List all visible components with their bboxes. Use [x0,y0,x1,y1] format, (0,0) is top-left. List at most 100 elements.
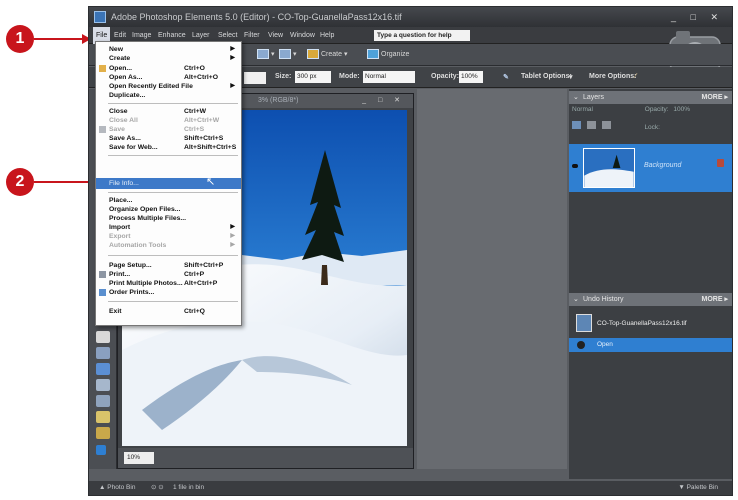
menu-item-close-all: Close All Alt+Ctrl+W [109,117,220,124]
files-count: 1 file in bin [173,484,205,491]
document-status-bar: 10% [118,448,413,468]
callout-2: 2 [6,168,34,196]
layer-thumbnail [583,148,635,188]
save-disk-icon [99,126,106,133]
brush-tool-icon[interactable] [96,331,110,343]
printer-icon [99,271,106,278]
menu-item-new[interactable]: New ▶ [96,45,241,54]
menu-item-automation-tools: Automation Tools ▶ [109,242,235,249]
create-button[interactable]: Create ▾ [307,49,347,59]
document-window-controls[interactable]: _ □ ✕ [362,94,405,108]
gradient-tool-icon[interactable] [96,363,110,375]
mode-label: Mode: [339,73,360,80]
submenu-arrow-icon: ▶ [230,83,235,89]
visibility-eye-icon[interactable] [572,164,578,168]
open-step-icon [577,341,585,349]
collapse-icon[interactable]: ⌄ [573,91,579,104]
open-folder-icon [99,65,106,72]
mode-select[interactable]: Normal [363,71,415,83]
undo-history-panel-header[interactable]: ⌄ Undo History MORE ▸ [569,293,732,306]
menu-item-save-for-web[interactable]: Save for Web... Alt+Shift+Ctrl+S [96,143,241,152]
callout-1-line [34,38,83,40]
file-menu-dropdown: New ▶ Create ▶ Open... Ctrl+O Open As... Alt… [95,41,242,326]
workspace-background [417,89,567,469]
menu-separator [108,155,238,156]
undo-history-title: Undo History [583,296,624,303]
menu-item-duplicate[interactable]: Duplicate... [96,91,241,100]
collapse-icon[interactable]: ⌄ [573,293,579,306]
window-controls[interactable]: _ □ ✕ [671,7,724,27]
menu-item-save: Save Ctrl+S [96,125,241,134]
menu-item-page-setup[interactable]: Page Setup... Shift+Ctrl+P [96,261,241,270]
delete-layer-icon[interactable] [601,121,611,129]
layers-more-button[interactable]: MORE ▸ [702,91,728,104]
tablet-options-label[interactable]: Tablet Options: [521,73,572,80]
menu-item-open-as[interactable]: Open As... Alt+Ctrl+O [96,73,241,82]
undo-item-label: Open [597,341,613,348]
layers-options: Normal Opacity: 100% Lock: [572,106,690,131]
menu-item-file-info[interactable]: File Info... ↖ [96,176,241,189]
save-shortcut-icon[interactable]: ▾ [257,49,275,59]
brush-preset-picker[interactable] [244,72,266,84]
zoom-field[interactable]: 10% [124,452,154,464]
menu-view[interactable]: View [265,27,286,44]
more-options-label[interactable]: More Options: [589,73,636,80]
undo-more-button[interactable]: MORE ▸ [702,293,728,306]
window-title: Adobe Photoshop Elements 5.0 (Editor) - … [111,12,402,22]
size-field[interactable]: 300 px [295,71,331,83]
menu-separator [108,255,238,256]
menu-filter[interactable]: Filter [241,27,263,44]
app-icon [94,11,106,23]
undo-item-label: CO-Top-GuanellaPass12x16.tif [597,320,687,327]
menu-item-print[interactable]: Print... Ctrl+P [96,270,241,279]
dodge-tool-icon[interactable] [96,427,110,439]
bottom-bar: ▲ Photo Bin ⊙ ⊙ 1 file in bin ▼ Palette … [89,481,732,495]
undo-history-item-selected[interactable]: Open [569,338,732,352]
adjustment-layer-icon[interactable] [586,121,596,129]
menu-item-exit[interactable]: Exit Ctrl+Q [96,307,241,316]
layer-opacity-label: Opacity: [644,106,669,113]
palette-bin-toggle[interactable]: ▼ Palette Bin [678,481,718,495]
layer-opacity-field[interactable]: 100% [673,106,690,113]
menu-help[interactable]: Help [317,27,337,44]
menu-item-import[interactable]: Import ▶ [96,223,241,232]
layers-panel-title: Layers [583,94,605,101]
blend-mode-select[interactable]: Normal [572,106,593,113]
document-title: 3% (RGB/8*) [258,97,299,104]
print-shortcut-icon[interactable]: ▾ [279,49,297,59]
foreground-color-swatch[interactable] [96,445,106,455]
bin-nav-icons[interactable]: ⊙ ⊙ [151,481,164,495]
sponge-tool-icon[interactable] [96,411,110,423]
menu-item-print-multiple[interactable]: Print Multiple Photos... Alt+Ctrl+P [96,279,241,288]
menu-item-open[interactable]: Open... Ctrl+O [96,64,241,73]
opacity-field[interactable]: 100% [459,71,483,83]
layers-panel-header[interactable]: ⌄ Layers MORE ▸ [569,91,732,104]
menu-window[interactable]: Window [287,27,318,44]
menu-item-save-as[interactable]: Save As... Shift+Ctrl+S [96,134,241,143]
shape-tool-icon[interactable] [96,379,110,391]
layer-row-background[interactable]: Background [569,144,732,192]
tablet-options-dropdown-icon[interactable]: ▾ [569,73,573,81]
mouse-cursor-icon: ↖ [206,176,216,188]
airbrush-icon[interactable]: ✎ [503,73,509,81]
menu-separator [108,103,238,104]
new-layer-icon[interactable] [572,121,581,129]
help-search-input[interactable]: Type a question for help [374,30,470,41]
paint-bucket-tool-icon[interactable] [96,347,110,359]
organize-button[interactable]: Organize [367,49,409,59]
menu-item-organize-open-files[interactable]: Organize Open Files... [96,205,241,214]
brush-icon[interactable]: ⁄ [635,73,636,80]
menu-item-place[interactable]: Place... [96,196,241,205]
photo-bin-toggle[interactable]: ▲ Photo Bin [99,481,135,495]
submenu-arrow-icon: ▶ [230,242,235,248]
menu-item-export: Export ▶ [109,233,235,240]
menu-item-order-prints[interactable]: Order Prints... [96,288,241,297]
submenu-arrow-icon: ▶ [230,233,235,239]
menu-item-process-multiple[interactable]: Process Multiple Files... [96,214,241,223]
menu-item-close[interactable]: Close Ctrl+W [96,107,241,116]
undo-history-item[interactable]: CO-Top-GuanellaPass12x16.tif [569,311,732,335]
menu-item-create[interactable]: Create ▶ [96,54,241,63]
menu-item-open-recent[interactable]: Open Recently Edited File ▶ [96,82,241,91]
blur-tool-icon[interactable] [96,395,110,407]
submenu-arrow-icon: ▶ [230,224,235,230]
